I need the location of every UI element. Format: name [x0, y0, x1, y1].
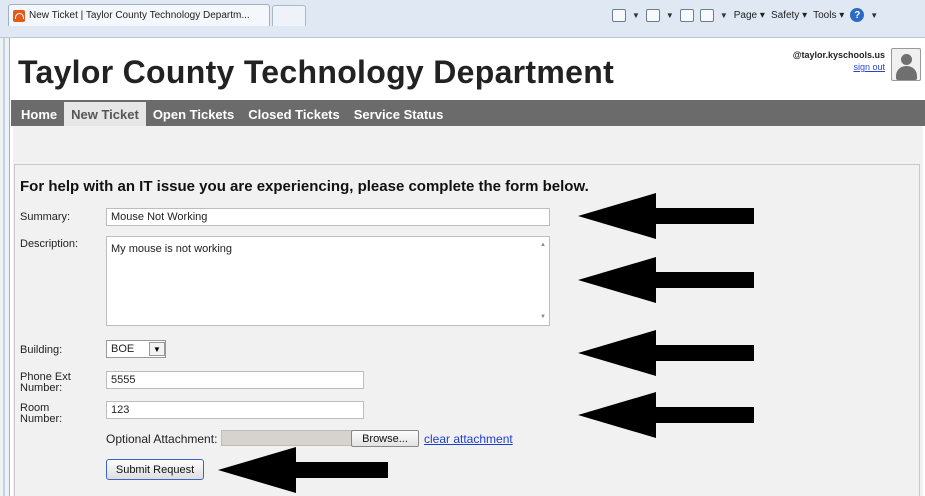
arrow-building-icon	[578, 330, 754, 376]
annotation-arrows	[218, 193, 754, 493]
arrow-phone-room-icon	[578, 392, 754, 438]
arrow-submit-icon	[218, 447, 388, 493]
arrow-summary-icon	[578, 193, 754, 239]
arrow-description-icon	[578, 257, 754, 303]
